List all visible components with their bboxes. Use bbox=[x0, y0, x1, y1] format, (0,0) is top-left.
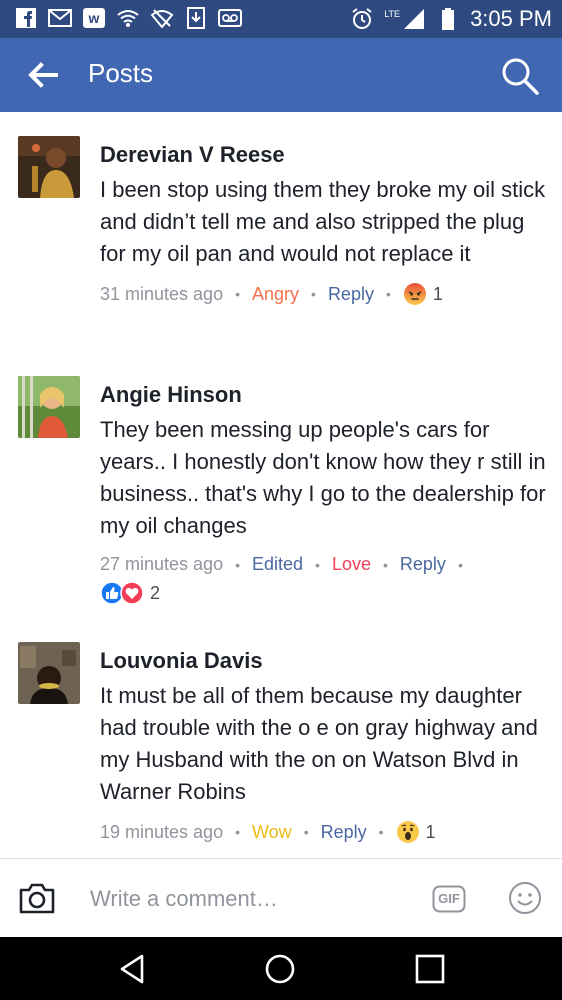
clock: 3:05 PM bbox=[470, 6, 552, 31]
wifi-icon bbox=[116, 6, 140, 30]
comment-meta: 31 minutes ago • Angry • Reply • 1 bbox=[100, 282, 550, 306]
reply-button[interactable]: Reply bbox=[321, 822, 367, 843]
w-app-icon: w bbox=[82, 6, 106, 30]
avatar[interactable] bbox=[18, 376, 80, 438]
comment-time: 27 minutes ago bbox=[100, 554, 224, 574]
reaction-button[interactable]: Angry bbox=[252, 284, 299, 305]
separator-dot: • bbox=[311, 286, 316, 302]
love-reaction-icon bbox=[120, 581, 144, 605]
voicemail-icon bbox=[218, 6, 242, 30]
separator-dot: • bbox=[235, 286, 240, 302]
comment-time: 19 minutes ago bbox=[100, 821, 224, 842]
comment-meta: 19 minutes ago • Wow • Reply • 1 bbox=[100, 820, 550, 844]
gif-button[interactable]: GIF bbox=[432, 885, 466, 913]
separator-dot: • bbox=[378, 824, 384, 840]
angry-emoji-icon bbox=[403, 283, 426, 305]
separator-dot: • bbox=[315, 556, 320, 573]
comment-text: They been messing up people's cars for y… bbox=[100, 417, 546, 538]
nav-back-icon[interactable] bbox=[114, 951, 150, 987]
nav-home-icon[interactable] bbox=[262, 951, 298, 987]
comment-meta: 27 minutes ago • Edited • Love • Reply • bbox=[100, 554, 550, 575]
notification-icons: w bbox=[14, 6, 242, 30]
battery-icon bbox=[436, 7, 460, 31]
page-title: Posts bbox=[88, 58, 154, 88]
reaction-summary[interactable]: 2 bbox=[100, 581, 550, 605]
separator-dot: • bbox=[385, 286, 391, 302]
comments-list: Derevian V Reese I been stop using them … bbox=[0, 112, 562, 858]
sticker-smiley-icon[interactable] bbox=[508, 881, 542, 915]
svg-text:w: w bbox=[88, 10, 100, 26]
comment-author[interactable]: Derevian V Reese bbox=[100, 142, 550, 168]
wifi-off-icon bbox=[150, 6, 174, 30]
comment-author[interactable]: Louvonia Davis bbox=[100, 648, 550, 674]
separator-dot: • bbox=[457, 556, 463, 573]
reaction-count: 2 bbox=[150, 582, 161, 603]
comment-time: 31 minutes ago bbox=[100, 283, 224, 304]
reaction-count: 1 bbox=[432, 283, 443, 304]
edited-link[interactable]: Edited bbox=[252, 554, 303, 575]
reaction-count: 1 bbox=[425, 821, 436, 842]
search-icon[interactable] bbox=[500, 56, 540, 96]
signal-icon bbox=[402, 7, 426, 31]
comment-input[interactable] bbox=[88, 881, 412, 917]
download-icon bbox=[184, 6, 208, 30]
separator-dot: • bbox=[235, 824, 240, 840]
separator-dot: • bbox=[383, 556, 388, 573]
gmail-icon bbox=[48, 6, 72, 30]
navigation-bar bbox=[0, 937, 562, 1000]
gif-label: GIF bbox=[438, 891, 460, 906]
comment-text: I been stop using them they broke my oil… bbox=[100, 177, 546, 266]
lte-label: LTE bbox=[384, 9, 401, 19]
reply-button[interactable]: Reply bbox=[328, 284, 374, 305]
system-status: LTE 3:05 PM bbox=[350, 6, 552, 32]
nav-recents-icon[interactable] bbox=[412, 951, 448, 987]
app-bar: Posts bbox=[0, 38, 562, 112]
status-bar: w LTE 3:05 PM bbox=[0, 0, 562, 38]
camera-icon[interactable] bbox=[18, 881, 56, 915]
avatar[interactable] bbox=[18, 642, 80, 704]
back-arrow-icon[interactable] bbox=[26, 60, 60, 90]
comment-composer: GIF bbox=[0, 859, 562, 937]
reaction-summary[interactable]: 1 bbox=[403, 282, 443, 306]
reply-button[interactable]: Reply bbox=[400, 554, 446, 575]
alarm-icon bbox=[350, 7, 374, 31]
reaction-summary[interactable]: 1 bbox=[396, 820, 436, 844]
separator-dot: • bbox=[303, 824, 309, 840]
comment-text: It must be all of them because my daught… bbox=[100, 683, 538, 804]
reaction-button[interactable]: Love bbox=[332, 554, 371, 575]
facebook-icon bbox=[14, 6, 38, 30]
comment-author[interactable]: Angie Hinson bbox=[100, 382, 550, 408]
avatar[interactable] bbox=[18, 136, 80, 198]
wow-emoji-icon bbox=[396, 821, 419, 843]
reaction-button[interactable]: Wow bbox=[252, 822, 292, 843]
separator-dot: • bbox=[235, 556, 240, 573]
